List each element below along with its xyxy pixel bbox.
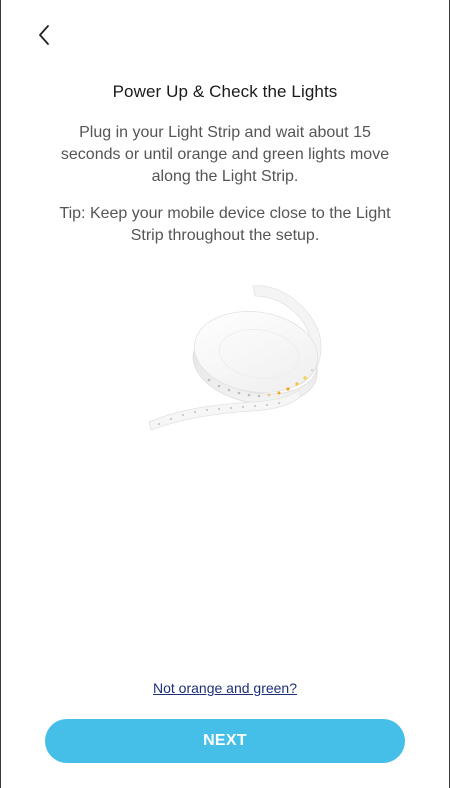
back-button[interactable] bbox=[29, 20, 59, 50]
page-title: Power Up & Check the Lights bbox=[112, 82, 338, 101]
tip-text: Tip: Keep your mobile device close to th… bbox=[59, 205, 391, 244]
setup-screen: Power Up & Check the Lights Plug in your… bbox=[0, 0, 450, 788]
light-strip-reel-image bbox=[148, 285, 322, 431]
instruction-text: Plug in your Light Strip and wait about … bbox=[60, 124, 390, 185]
chevron-left-icon bbox=[39, 25, 49, 45]
next-button[interactable]: NEXT bbox=[45, 719, 405, 763]
not-orange-green-link[interactable]: Not orange and green? bbox=[1, 680, 449, 696]
